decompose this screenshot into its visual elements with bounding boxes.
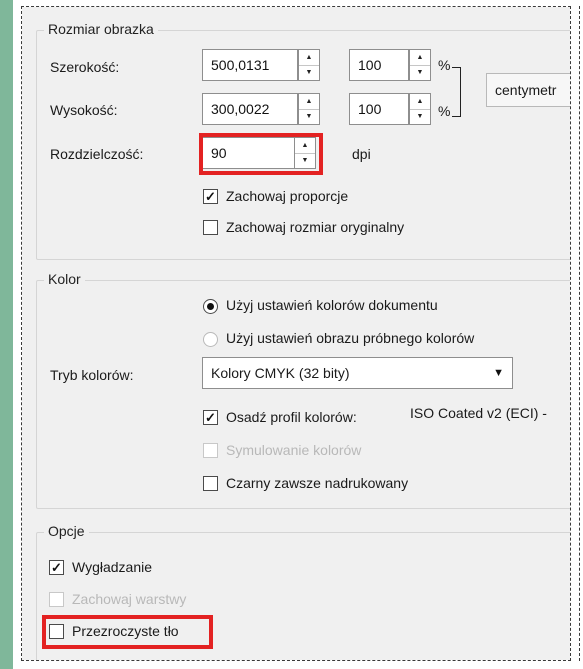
width-percent-input[interactable]: 100 [349,49,409,81]
spin-down-icon[interactable]: ▼ [410,109,430,124]
width-percent-spinner[interactable]: ▲ ▼ [409,49,431,81]
keep-layers-checkbox [49,592,64,607]
keep-layers-label: Zachowaj warstwy [72,591,187,607]
checkmark-icon: ✓ [205,189,216,204]
image-size-group-title: Rozmiar obrazka [44,21,158,37]
color-mode-select[interactable]: Kolory CMYK (32 bity) ▼ [202,357,513,389]
dashed-selection-edge [579,6,580,661]
options-group-title: Opcje [44,523,89,539]
color-group-title: Kolor [44,271,85,287]
use-proof-colors-label[interactable]: Użyj ustawień obrazu próbnego kolorów [226,330,474,346]
transparent-background-highlight [42,615,213,649]
color-profile-name: ISO Coated v2 (ECI) - [410,405,547,421]
spin-down-icon[interactable]: ▼ [299,65,319,80]
keep-original-size-label[interactable]: Zachowaj rozmiar oryginalny [226,219,404,235]
keep-original-size-checkbox[interactable] [203,220,218,235]
height-percent-input[interactable]: 100 [349,93,409,125]
spin-up-icon[interactable]: ▲ [410,50,430,66]
proportion-link-bracket [452,67,461,117]
use-document-colors-radio[interactable] [203,299,218,314]
black-overprint-checkbox[interactable] [203,476,218,491]
black-overprint-label[interactable]: Czarny zawsze nadrukowany [226,475,408,491]
smoothing-checkbox[interactable]: ✓ [49,560,64,575]
color-mode-value: Kolory CMYK (32 bity) [211,365,350,381]
resolution-label: Rozdzielczość: [50,146,144,162]
checkmark-icon: ✓ [51,560,62,575]
export-dialog: Rozmiar obrazka Szerokość: 500,0131 ▲ ▼ … [22,7,570,660]
width-input[interactable]: 500,0131 [202,49,298,81]
width-spinner[interactable]: ▲ ▼ [298,49,320,81]
keep-proportions-checkbox[interactable]: ✓ [203,189,218,204]
keep-proportions-label[interactable]: Zachowaj proporcje [226,188,348,204]
height-input[interactable]: 300,0022 [202,93,298,125]
embed-profile-checkbox[interactable]: ✓ [203,410,218,425]
simulate-colors-label: Symulowanie kolorów [226,442,362,458]
use-document-colors-label[interactable]: Użyj ustawień kolorów dokumentu [226,297,438,313]
unit-selector-button[interactable]: centymetr [486,73,570,107]
embed-profile-label[interactable]: Osadź profil kolorów: [226,409,357,425]
spin-down-icon[interactable]: ▼ [299,109,319,124]
height-label: Wysokość: [50,102,118,118]
spin-up-icon[interactable]: ▲ [299,50,319,66]
width-percent-symbol: % [438,57,451,73]
width-label: Szerokość: [50,59,120,75]
height-spinner[interactable]: ▲ ▼ [298,93,320,125]
resolution-highlight [199,133,323,175]
spin-down-icon[interactable]: ▼ [410,65,430,80]
color-mode-label: Tryb kolorów: [50,367,134,383]
resolution-unit: dpi [352,146,371,162]
simulate-colors-checkbox [203,443,218,458]
spin-up-icon[interactable]: ▲ [299,94,319,110]
spin-up-icon[interactable]: ▲ [410,94,430,110]
height-percent-spinner[interactable]: ▲ ▼ [409,93,431,125]
use-proof-colors-radio[interactable] [203,332,218,347]
smoothing-label[interactable]: Wygładzanie [72,559,152,575]
dropdown-arrow-icon: ▼ [493,367,504,379]
checkmark-icon: ✓ [205,410,216,425]
left-accent-strip [0,0,13,669]
height-percent-symbol: % [438,103,451,119]
